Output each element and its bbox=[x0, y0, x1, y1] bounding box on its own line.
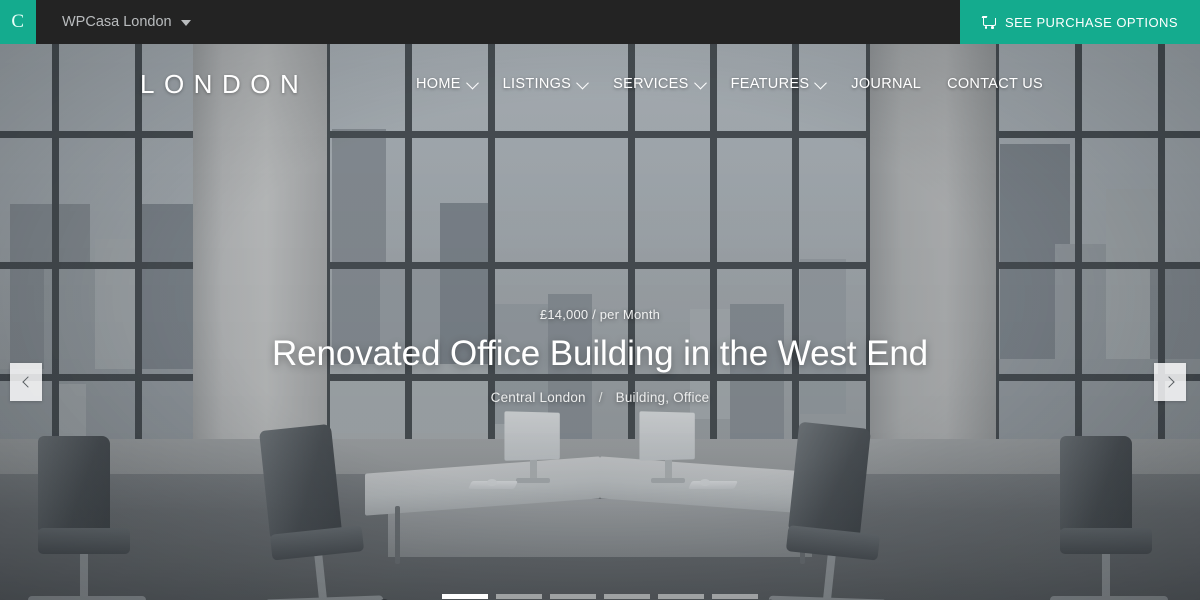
slider-next-button[interactable] bbox=[1154, 363, 1186, 401]
nav-item-label: LISTINGS bbox=[502, 76, 572, 92]
nav-item-label: JOURNAL bbox=[851, 76, 922, 92]
nav-item-home[interactable]: HOME bbox=[403, 76, 490, 92]
chevron-right-icon bbox=[1162, 376, 1175, 388]
keyboard-right bbox=[688, 481, 738, 489]
slider-dot-4[interactable] bbox=[604, 594, 650, 599]
nav-item-listings[interactable]: LISTINGS bbox=[490, 76, 600, 92]
monitor-left bbox=[504, 411, 561, 483]
nav-item-contact-us[interactable]: CONTACT US bbox=[934, 76, 1056, 92]
nav-item-label: SERVICES bbox=[613, 76, 689, 92]
hero-background-photo bbox=[0, 44, 1200, 600]
slider-prev-button[interactable] bbox=[10, 363, 42, 401]
chevron-down-icon bbox=[465, 76, 479, 89]
chevron-left-icon bbox=[21, 376, 34, 388]
caret-down-icon bbox=[180, 20, 191, 26]
office-chair-left bbox=[259, 422, 392, 600]
hero-slider[interactable]: £14,000 / per Month Renovated Office Bui… bbox=[0, 44, 1200, 600]
office-chair-far-left bbox=[28, 436, 146, 600]
nav-item-services[interactable]: SERVICES bbox=[600, 76, 717, 92]
office-chair-far-right bbox=[1050, 436, 1168, 600]
monitor-right bbox=[639, 411, 696, 483]
listing-title-link[interactable]: Renovated Office Building in the West En… bbox=[272, 334, 928, 374]
wordpress-c-logo-icon[interactable]: C bbox=[0, 0, 36, 44]
admin-site-name-label: WPCasa London bbox=[62, 14, 172, 30]
mouse-right bbox=[700, 479, 710, 486]
admin-logo-glyph: C bbox=[11, 11, 25, 32]
nav-item-features[interactable]: FEATURES bbox=[718, 76, 839, 92]
slider-pagination[interactable] bbox=[0, 594, 1200, 599]
nav-item-journal[interactable]: JOURNAL bbox=[838, 76, 934, 92]
slider-dot-3[interactable] bbox=[550, 594, 596, 599]
purchase-button-label: SEE PURCHASE OPTIONS bbox=[1005, 14, 1178, 30]
see-purchase-options-button[interactable]: SEE PURCHASE OPTIONS bbox=[960, 0, 1200, 44]
chevron-down-icon bbox=[576, 76, 590, 89]
mouse-left bbox=[487, 479, 497, 486]
site-header: LONDON HOME LISTINGS SERVICES FEATURES JOURN… bbox=[0, 44, 1200, 124]
slider-dot-6[interactable] bbox=[712, 594, 758, 599]
shopping-cart-icon bbox=[982, 16, 997, 29]
nav-item-label: HOME bbox=[415, 76, 461, 92]
nav-item-label: CONTACT US bbox=[947, 76, 1043, 92]
wp-admin-bar: C WPCasa London SEE PURCHASE OPTIONS bbox=[0, 0, 1200, 44]
site-logo[interactable]: LONDON bbox=[140, 69, 308, 100]
chevron-down-icon bbox=[814, 76, 828, 89]
chevron-down-icon bbox=[693, 76, 707, 89]
admin-bar-spacer bbox=[209, 0, 960, 44]
slider-dot-2[interactable] bbox=[496, 594, 542, 599]
slider-dot-5[interactable] bbox=[658, 594, 704, 599]
main-navigation: HOME LISTINGS SERVICES FEATURES JOURNAL CONTA… bbox=[403, 76, 1056, 92]
office-chair-right bbox=[763, 421, 891, 600]
admin-site-name-menu[interactable]: WPCasa London bbox=[36, 0, 209, 44]
slider-dot-1[interactable] bbox=[442, 594, 488, 599]
nav-item-label: FEATURES bbox=[730, 76, 810, 92]
